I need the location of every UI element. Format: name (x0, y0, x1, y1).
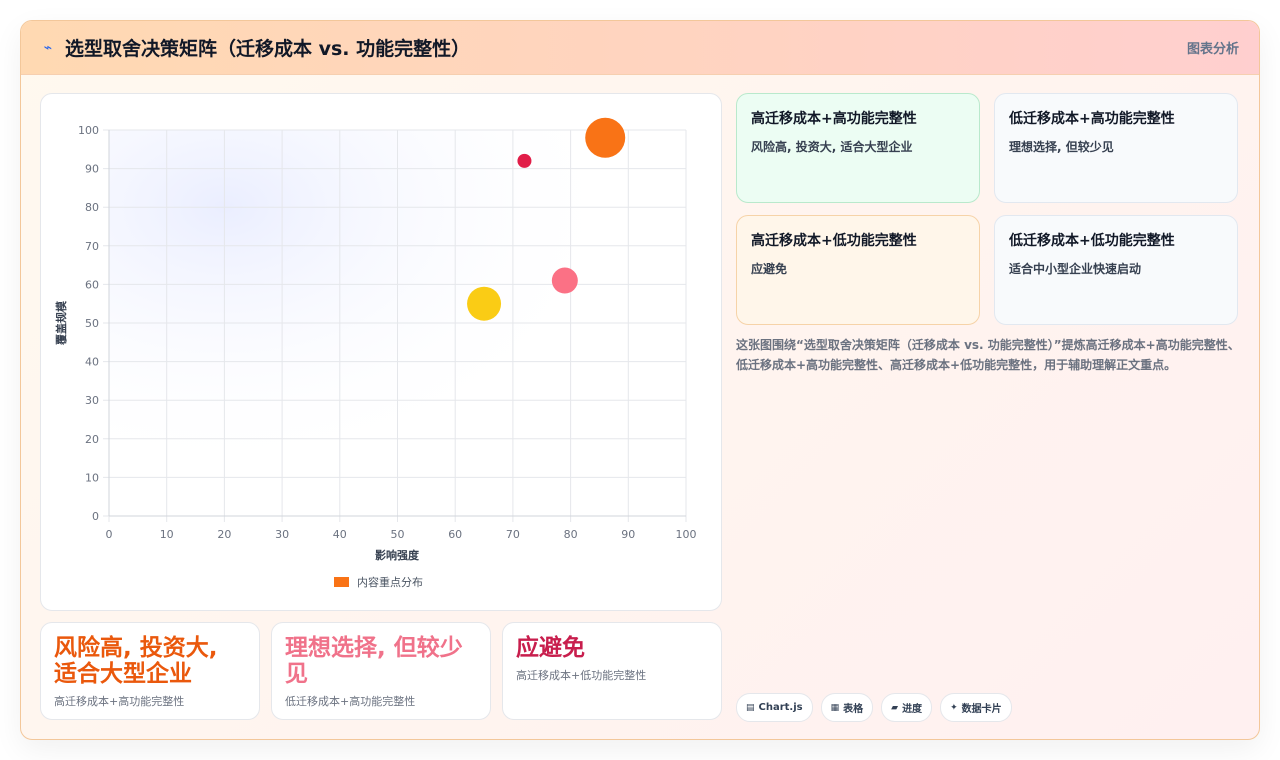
quadrant-card-high-cost-low-function: 高迁移成本+低功能完整性 应避免 (736, 215, 980, 325)
x-tick-label: 60 (448, 528, 462, 541)
quadrant-title: 低迁移成本+高功能完整性 (1009, 111, 1175, 127)
progress-icon: ▰ (891, 702, 899, 713)
scatter-chart: 0 10 20 30 40 50 60 70 80 90 100 0 10 20 30 40 50 60 70 80 9… (54, 117, 697, 589)
title-wrap: ⌁ 选型取舍决策矩阵（迁移成本 vs. 功能完整性） (41, 34, 470, 61)
scatter-point[interactable] (517, 153, 532, 168)
scatter-point[interactable] (551, 267, 578, 294)
tag-progress[interactable]: ▰ 进度 (881, 693, 933, 722)
kpi-caption: 高迁移成本+低功能完整性 (516, 669, 647, 682)
quadrant-desc: 理想选择, 但较少见 (1009, 140, 1114, 154)
chart-analysis-link[interactable]: 图表分析 (1187, 38, 1239, 57)
header-bar: ⌁ 选型取舍决策矩阵（迁移成本 vs. 功能完整性） 图表分析 (21, 21, 1259, 75)
y-tick-label: 70 (85, 240, 99, 253)
y-tick-label: 90 (85, 163, 99, 176)
x-tick-label: 70 (506, 528, 520, 541)
x-tick-label: 0 (106, 528, 113, 541)
quadrant-title: 低迁移成本+低功能完整性 (1009, 233, 1175, 249)
quadrant-card-high-cost-high-function: 高迁移成本+高功能完整性 风险高, 投资大, 适合大型企业 (736, 93, 980, 203)
quadrant-title: 高迁移成本+低功能完整性 (751, 233, 917, 249)
chart-icon: ▤ (746, 702, 755, 713)
tag-label: Chart.js (758, 702, 803, 713)
quadrant-card-low-cost-low-function: 低迁移成本+低功能完整性 适合中小型企业快速启动 (994, 215, 1238, 325)
dashboard-frame: ⌁ 选型取舍决策矩阵（迁移成本 vs. 功能完整性） 图表分析 0 10 20 30 4… (20, 20, 1260, 740)
tag-chartjs[interactable]: ▤ Chart.js (736, 693, 813, 722)
y-axis-label: 覆盖规模 (54, 300, 68, 345)
legend[interactable]: 内容重点分布 (334, 575, 423, 589)
kpi-value: 应避免 (516, 635, 585, 661)
x-tick-label: 90 (621, 528, 635, 541)
x-axis-label: 影响强度 (375, 548, 420, 562)
x-tick-label: 80 (564, 528, 578, 541)
quadrant-desc: 风险高, 投资大, 适合大型企业 (751, 140, 913, 154)
y-tick-label: 40 (85, 356, 99, 369)
kpi-caption: 高迁移成本+高功能完整性 (54, 695, 185, 708)
tag-data-cards[interactable]: ✦ 数据卡片 (940, 693, 1012, 722)
y-tick-label: 60 (85, 278, 99, 291)
y-tick-label: 80 (85, 201, 99, 214)
tag-label: 进度 (902, 704, 923, 715)
quadrant-desc: 应避免 (751, 262, 788, 276)
quadrant-card-low-cost-high-function: 低迁移成本+高功能完整性 理想选择, 但较少见 (994, 93, 1238, 203)
x-tick-label: 10 (160, 528, 174, 541)
x-tick-label: 40 (333, 528, 347, 541)
y-tick-label: 30 (85, 394, 99, 407)
x-tick-label: 50 (391, 528, 405, 541)
legend-label: 内容重点分布 (357, 575, 423, 589)
tag-label: 数据卡片 (961, 704, 1002, 715)
sparkle-icon: ✦ (950, 702, 958, 713)
y-tick-label: 50 (85, 317, 99, 330)
kpi-card: 应避免 高迁移成本+低功能完整性 (502, 622, 722, 720)
chart-description: 这张图围绕“选型取舍决策矩阵（迁移成本 vs. 功能完整性）”提炼高迁移成本+高… (736, 338, 1240, 372)
quadrant-title: 高迁移成本+高功能完整性 (751, 111, 917, 127)
tag-table[interactable]: ▦ 表格 (820, 693, 874, 722)
x-tick-label: 30 (275, 528, 289, 541)
y-tick-label: 20 (85, 433, 99, 446)
chart-card: 0 10 20 30 40 50 60 70 80 90 100 0 10 20 30 40 50 60 70 80 9… (40, 93, 722, 611)
tag-row: ▤ Chart.js ▦ 表格 ▰ 进度 ✦ 数据卡片 (736, 693, 1012, 722)
y-tick-label: 0 (92, 510, 99, 523)
scatter-point[interactable] (585, 117, 626, 158)
quadrant-desc: 适合中小型企业快速启动 (1009, 262, 1142, 276)
x-tick-label: 20 (217, 528, 231, 541)
kpi-value: 风险高, 投资大, 适合大型企业 (54, 635, 218, 687)
scatter-point[interactable] (467, 286, 502, 321)
table-icon: ▦ (830, 702, 840, 713)
y-tick-label: 10 (85, 471, 99, 484)
y-tick-label: 100 (78, 124, 99, 137)
kpi-caption: 低迁移成本+高功能完整性 (285, 695, 416, 708)
page-title: 选型取舍决策矩阵（迁移成本 vs. 功能完整性） (65, 38, 471, 60)
lightning-icon: ⌁ (43, 39, 53, 56)
tag-label: 表格 (843, 704, 864, 715)
x-tick-label: 100 (676, 528, 697, 541)
kpi-card: 理想选择, 但较少见 低迁移成本+高功能完整性 (271, 622, 491, 720)
kpi-value: 理想选择, 但较少见 (285, 635, 463, 687)
kpi-card: 风险高, 投资大, 适合大型企业 高迁移成本+高功能完整性 (40, 622, 260, 720)
legend-swatch (334, 577, 349, 587)
